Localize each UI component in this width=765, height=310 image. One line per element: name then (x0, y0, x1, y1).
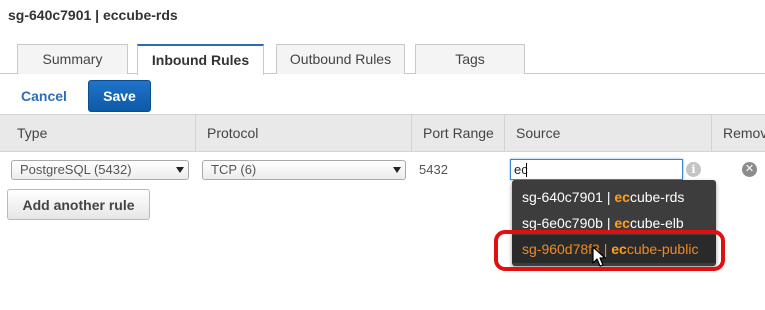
tab-summary[interactable]: Summary (17, 44, 128, 74)
port-range-value: 5432 (419, 162, 448, 177)
add-rule-button[interactable]: Add another rule (7, 189, 150, 220)
chevron-down-icon (393, 167, 401, 173)
tab-inbound-rules[interactable]: Inbound Rules (137, 44, 264, 75)
autocomplete-option-eccube-public[interactable]: sg-960d78f3 | eccube-public (512, 235, 716, 263)
option-group-name-rest: cube-elb (629, 215, 684, 231)
protocol-select[interactable]: TCP (6) (202, 160, 406, 180)
column-header-type: Type (6, 115, 196, 152)
type-select-value: PostgreSQL (5432) (20, 162, 132, 177)
remove-rule-icon[interactable]: ✕ (742, 162, 757, 177)
option-separator: | (602, 189, 615, 205)
chevron-down-icon (176, 167, 184, 173)
column-header-protocol: Protocol (196, 115, 412, 152)
source-autocomplete-menu: sg-640c7901 | eccube-rds sg-6e0c790b | e… (512, 180, 716, 266)
option-group-name-rest: cube-public (626, 241, 699, 257)
option-match-highlight: ec (614, 215, 630, 231)
column-header-port-range: Port Range (412, 115, 505, 152)
rules-table-header: Type Protocol Port Range Source Remove (0, 114, 765, 152)
autocomplete-option-eccube-rds[interactable]: sg-640c7901 | eccube-rds (512, 183, 716, 211)
info-icon[interactable]: i (686, 162, 701, 177)
column-header-remove: Remove (723, 125, 765, 141)
page-title: sg-640c7901 | eccube-rds (8, 7, 178, 23)
cancel-link[interactable]: Cancel (21, 88, 67, 104)
option-match-highlight: ec (611, 241, 627, 257)
column-header-source: Source (505, 115, 712, 152)
autocomplete-option-eccube-elb[interactable]: sg-6e0c790b | eccube-elb (512, 209, 716, 237)
tab-bar: Summary Inbound Rules Outbound Rules Tag… (0, 44, 765, 75)
source-input[interactable] (510, 159, 683, 180)
option-group-id: sg-640c7901 (522, 189, 603, 205)
text-caret (526, 163, 527, 177)
option-separator: | (602, 215, 615, 231)
type-select[interactable]: PostgreSQL (5432) (11, 160, 189, 180)
option-group-id: sg-960d78f3 (522, 241, 600, 257)
save-button[interactable]: Save (88, 80, 151, 112)
protocol-select-value: TCP (6) (211, 162, 257, 177)
option-group-id: sg-6e0c790b (522, 215, 603, 231)
option-separator: | (599, 241, 612, 257)
tab-tags[interactable]: Tags (415, 44, 525, 74)
tab-outbound-rules[interactable]: Outbound Rules (276, 44, 405, 74)
option-group-name-rest: cube-rds (629, 189, 685, 205)
option-match-highlight: ec (614, 189, 630, 205)
